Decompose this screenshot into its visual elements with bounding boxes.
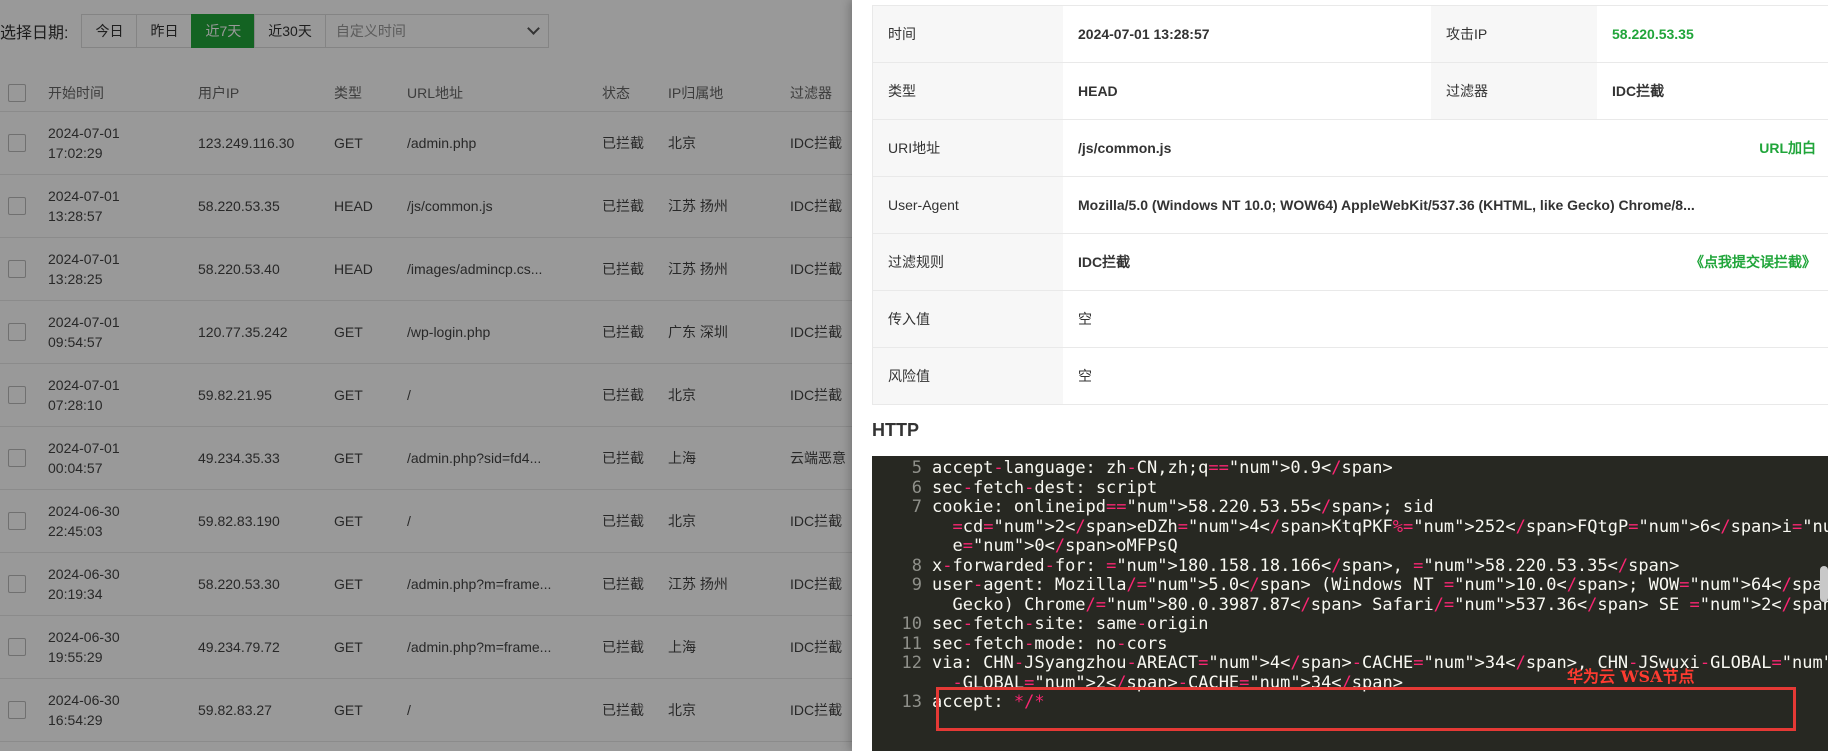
filter-label: 过滤器 (1431, 63, 1597, 119)
type-value: HEAD (1078, 83, 1118, 99)
input-label: 传入值 (873, 291, 1063, 347)
code-line: sec-fetch-dest: script (932, 477, 1158, 498)
detail-row-time: 时间 2024-07-01 13:28:57 攻击IP 58.220.53.35 (873, 6, 1828, 63)
time-value: 2024-07-01 13:28:57 (1078, 26, 1210, 42)
risk-label: 风险值 (873, 348, 1063, 404)
code-annotation: 华为云 WSA节点 (1567, 667, 1695, 686)
detail-row-type: 类型 HEAD 过滤器 IDC拦截 (873, 63, 1828, 120)
rule-value: IDC拦截 (1078, 254, 1131, 270)
code-scrollbar[interactable] (1820, 566, 1828, 602)
code-line: sec-fetch-site: same-origin (932, 614, 1209, 634)
line-number: 8 (911, 555, 922, 576)
line-number: 5 (911, 458, 922, 478)
risk-value: 空 (1078, 368, 1092, 384)
line-number: 7 (911, 497, 922, 517)
uri-value: /js/common.js (1078, 140, 1172, 156)
type-label: 类型 (873, 63, 1063, 119)
line-number: 11 (901, 633, 922, 654)
highlight-box (936, 687, 1796, 731)
http-section-title: HTTP (872, 420, 919, 440)
detail-drawer: 时间 2024-07-01 13:28:57 攻击IP 58.220.53.35… (852, 0, 1828, 751)
rule-cell: IDC拦截 《点我提交误拦截》 (1063, 234, 1828, 290)
drawer-overlay[interactable] (0, 0, 852, 751)
uri-label: URI地址 (873, 120, 1063, 176)
code-line: Gecko) Chrome/="num">80.0.3987.87</span>… (932, 594, 1828, 615)
http-code-editor[interactable]: 5 accept-language: zh-CN,zh;q=="num">0.9<… (872, 456, 1828, 751)
code-line: accept-language: zh-CN,zh;q=="num">0.9</… (932, 458, 1393, 478)
code-line: user-agent: Mozilla/="num">5.0</span> (W… (932, 575, 1828, 595)
time-label: 时间 (873, 6, 1063, 62)
detail-row-rule: 过滤规则 IDC拦截 《点我提交误拦截》 (873, 234, 1828, 291)
code-line: e="num">0</span>oMFPsQ (932, 536, 1178, 556)
user-agent-value: Mozilla/5.0 (Windows NT 10.0; WOW64) App… (1078, 197, 1695, 213)
code-line: x-forwarded-for: ="num">180.158.18.166</… (932, 555, 1680, 576)
code-line: cookie: onlineipd=="num">58.220.53.55</s… (932, 497, 1434, 517)
line-number: 12 (901, 653, 922, 673)
detail-table: 时间 2024-07-01 13:28:57 攻击IP 58.220.53.35… (872, 5, 1828, 405)
input-value: 空 (1078, 311, 1092, 327)
code-line: sec-fetch-mode: no-cors (932, 633, 1168, 654)
log-list-panel: 选择日期: 今日 昨日 近7天 近30天 自定义时间 开始时间 用户IP 类型 … (0, 0, 852, 751)
attack-ip-label: 攻击IP (1431, 6, 1597, 62)
rule-label: 过滤规则 (873, 234, 1063, 290)
detail-row-user-agent: User-Agent Mozilla/5.0 (Windows NT 10.0;… (873, 177, 1828, 234)
filter-value: IDC拦截 (1612, 83, 1665, 99)
user-agent-label: User-Agent (873, 177, 1063, 233)
report-false-block-link[interactable]: 《点我提交误拦截》 (1690, 252, 1816, 272)
code-line: =cd="num">2</span>eDZh="num">4</span>Ktq… (952, 516, 1828, 537)
detail-row-risk: 风险值 空 (873, 348, 1828, 405)
detail-row-uri: URI地址 /js/common.js URL加白 (873, 120, 1828, 177)
line-number: 10 (901, 614, 922, 634)
url-whitelist-link[interactable]: URL加白 (1759, 138, 1816, 158)
line-number: 13 (901, 692, 922, 712)
attack-ip-value: 58.220.53.35 (1612, 26, 1694, 42)
uri-cell: /js/common.js URL加白 (1063, 120, 1828, 176)
line-number: 9 (911, 575, 922, 595)
detail-row-input: 传入值 空 (873, 291, 1828, 348)
line-number: 6 (911, 477, 922, 498)
